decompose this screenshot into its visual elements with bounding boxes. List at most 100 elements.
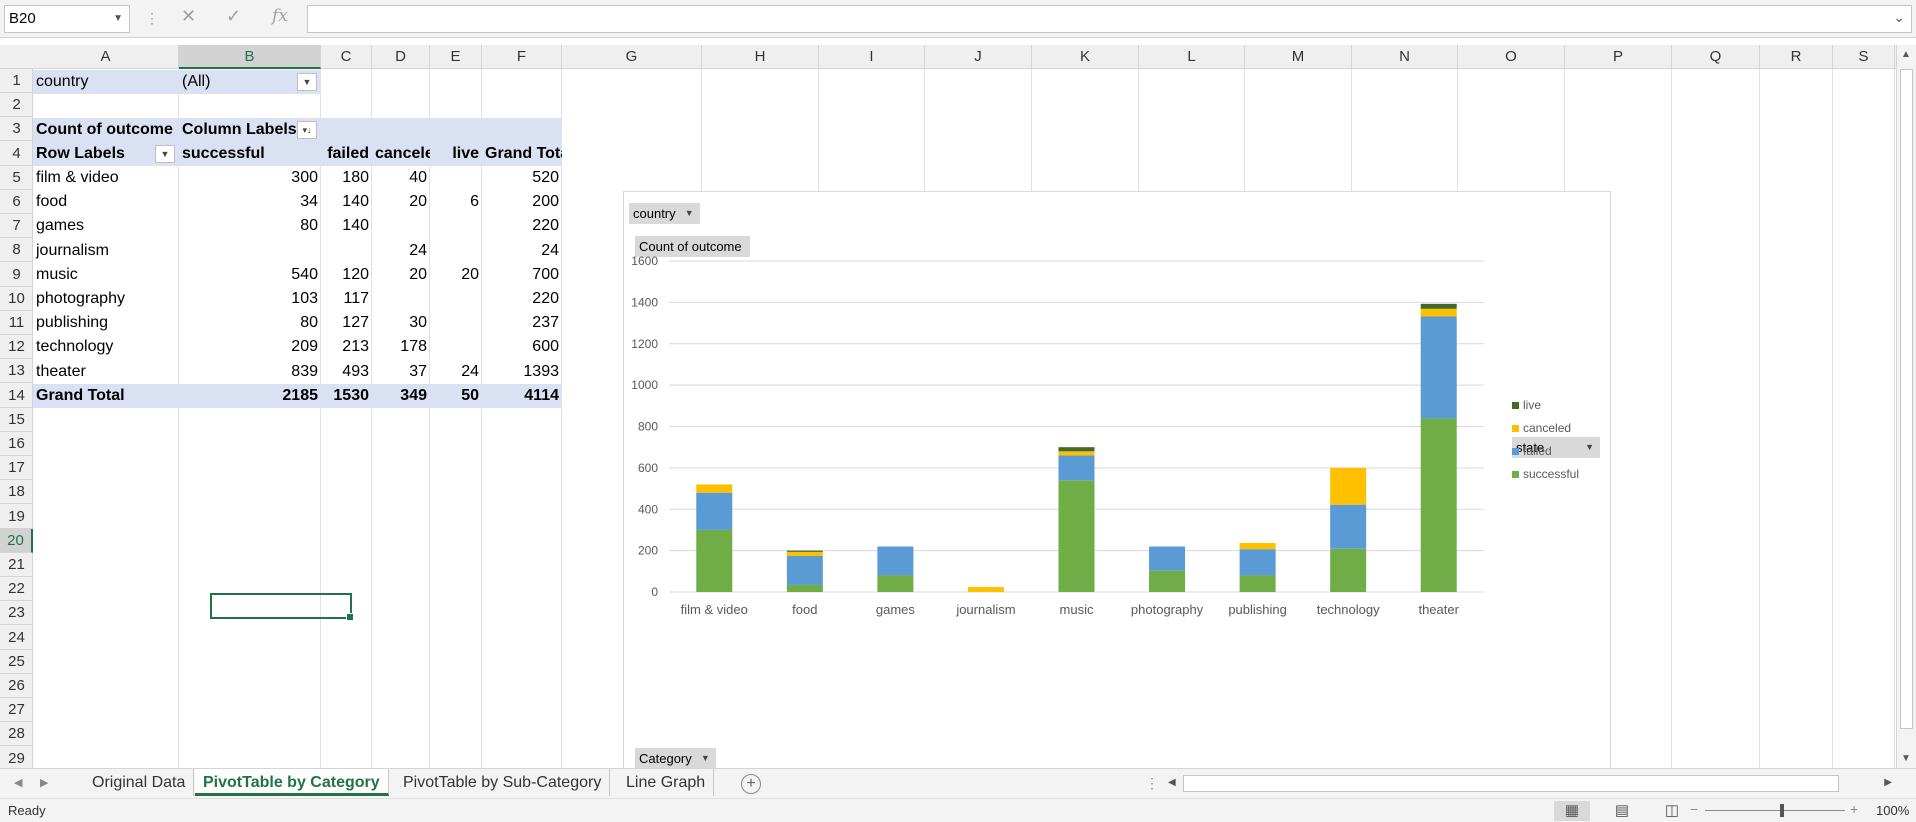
- pivot-row-label[interactable]: food: [33, 190, 179, 214]
- column-header-m[interactable]: M: [1245, 45, 1352, 69]
- row-header-13[interactable]: 13: [0, 359, 33, 384]
- scroll-right-icon[interactable]: ▶: [1884, 777, 1892, 788]
- pivot-row-label[interactable]: theater: [33, 360, 179, 384]
- row-header-27[interactable]: 27: [0, 698, 33, 723]
- pivot-value[interactable]: 178: [372, 335, 430, 359]
- pivot-value[interactable]: [430, 335, 482, 359]
- pivot-row-label[interactable]: publishing: [33, 311, 179, 335]
- pivot-value[interactable]: 540: [179, 263, 321, 287]
- row-filter-dropdown-icon[interactable]: ▼: [155, 145, 175, 163]
- pivot-value[interactable]: 34: [179, 190, 321, 214]
- pivot-value[interactable]: [430, 239, 482, 263]
- pivot-filter-label[interactable]: country: [33, 70, 179, 94]
- tab-pivottable-by-category[interactable]: PivotTable by Category: [195, 769, 389, 796]
- zoom-in-icon[interactable]: +: [1850, 801, 1858, 817]
- pivot-value[interactable]: 20: [430, 263, 482, 287]
- column-header-s[interactable]: S: [1833, 45, 1895, 69]
- row-header-10[interactable]: 10: [0, 287, 33, 311]
- pivot-grand-total-value[interactable]: 2185: [179, 383, 321, 408]
- pivot-value[interactable]: 24: [482, 239, 562, 263]
- row-header-8[interactable]: 8: [0, 238, 33, 263]
- pivot-value[interactable]: 213: [321, 335, 372, 359]
- pivot-value[interactable]: 24: [430, 360, 482, 384]
- pivot-value[interactable]: 6: [430, 190, 482, 214]
- name-box[interactable]: B20 ▼: [4, 5, 130, 33]
- pivot-value[interactable]: [430, 311, 482, 335]
- tab-line-graph[interactable]: Line Graph: [618, 769, 715, 796]
- row-header-23[interactable]: 23: [0, 601, 33, 626]
- pivot-value[interactable]: 80: [179, 311, 321, 335]
- page-layout-view-icon[interactable]: ▤: [1604, 801, 1640, 821]
- zoom-out-icon[interactable]: −: [1690, 801, 1698, 817]
- pivot-header-grand-total[interactable]: Grand Total: [482, 142, 562, 166]
- pivot-grand-total-value[interactable]: 50: [430, 383, 482, 408]
- pivot-value[interactable]: 300: [179, 166, 321, 190]
- pivot-grand-total-value[interactable]: 349: [372, 383, 430, 408]
- column-header-h[interactable]: H: [702, 45, 819, 69]
- enter-icon[interactable]: ✓: [226, 6, 241, 27]
- pivot-value[interactable]: 220: [482, 287, 562, 311]
- row-header-7[interactable]: 7: [0, 214, 33, 239]
- pivot-row-label[interactable]: film & video: [33, 166, 179, 190]
- pivot-value[interactable]: 220: [482, 214, 562, 238]
- pivot-value[interactable]: [372, 214, 430, 238]
- vertical-scroll-thumb[interactable]: [1900, 69, 1913, 729]
- pivot-header-live[interactable]: live: [430, 142, 482, 166]
- pivot-chart[interactable]: country ▼ Count of outcome Category ▼ st…: [623, 191, 1611, 768]
- row-header-12[interactable]: 12: [0, 335, 33, 360]
- column-header-p[interactable]: P: [1565, 45, 1672, 69]
- pivot-value[interactable]: 180: [321, 166, 372, 190]
- column-header-i[interactable]: I: [819, 45, 925, 69]
- pivot-value[interactable]: 120: [321, 263, 372, 287]
- column-header-n[interactable]: N: [1352, 45, 1458, 69]
- scroll-down-icon[interactable]: ▼: [1901, 753, 1911, 764]
- expand-formula-icon[interactable]: ⌄: [1893, 9, 1905, 26]
- column-header-o[interactable]: O: [1458, 45, 1565, 69]
- pivot-value[interactable]: 30: [372, 311, 430, 335]
- tab-splitter-icon[interactable]: ⋮: [1145, 775, 1159, 792]
- tab-pivottable-by-sub-category[interactable]: PivotTable by Sub-Category: [395, 769, 611, 796]
- row-header-9[interactable]: 9: [0, 263, 33, 287]
- pivot-row-label[interactable]: music: [33, 263, 179, 287]
- row-header-17[interactable]: 17: [0, 456, 33, 481]
- pivot-row-label[interactable]: photography: [33, 287, 179, 311]
- zoom-slider[interactable]: [1705, 810, 1845, 811]
- pivot-value[interactable]: 80: [179, 214, 321, 238]
- scroll-left-icon[interactable]: ◀: [1168, 777, 1176, 788]
- cancel-icon[interactable]: ✕: [181, 6, 196, 27]
- next-sheet-icon[interactable]: ▶: [40, 776, 48, 789]
- row-header-16[interactable]: 16: [0, 432, 33, 456]
- pivot-value[interactable]: 600: [482, 335, 562, 359]
- column-header-a[interactable]: A: [33, 45, 179, 69]
- horizontal-scrollbar[interactable]: ◀ ▶: [1165, 774, 1895, 793]
- pivot-header-canceled[interactable]: canceled: [372, 142, 430, 166]
- insert-function-icon[interactable]: fx: [272, 6, 288, 26]
- row-header-5[interactable]: 5: [0, 166, 33, 190]
- row-header-14[interactable]: 14: [0, 384, 33, 408]
- chevron-down-icon[interactable]: ▼: [113, 6, 123, 32]
- row-header-28[interactable]: 28: [0, 722, 33, 747]
- pivot-values-label[interactable]: Count of outcome: [33, 118, 179, 142]
- pivot-value[interactable]: [321, 239, 372, 263]
- pivot-value[interactable]: 1393: [482, 360, 562, 384]
- selected-cell[interactable]: [210, 593, 354, 621]
- column-header-b[interactable]: B: [179, 45, 321, 69]
- zoom-level[interactable]: 100%: [1876, 803, 1909, 818]
- row-header-19[interactable]: 19: [0, 505, 33, 529]
- pivot-value[interactable]: 140: [321, 190, 372, 214]
- column-header-g[interactable]: G: [562, 45, 702, 69]
- pivot-value[interactable]: [179, 239, 321, 263]
- pivot-value[interactable]: 40: [372, 166, 430, 190]
- pivot-value[interactable]: 103: [179, 287, 321, 311]
- pivot-grand-total-value[interactable]: 1530: [321, 383, 372, 408]
- pivot-value[interactable]: 493: [321, 360, 372, 384]
- pivot-grand-total-label[interactable]: Grand Total: [33, 383, 179, 408]
- row-header-11[interactable]: 11: [0, 311, 33, 335]
- page-break-view-icon[interactable]: ◫: [1654, 801, 1690, 821]
- row-header-4[interactable]: 4: [0, 142, 33, 166]
- row-header-6[interactable]: 6: [0, 190, 33, 214]
- row-header-25[interactable]: 25: [0, 650, 33, 674]
- pivot-row-label[interactable]: journalism: [33, 239, 179, 263]
- column-header-c[interactable]: C: [321, 45, 372, 69]
- pivot-value[interactable]: 37: [372, 360, 430, 384]
